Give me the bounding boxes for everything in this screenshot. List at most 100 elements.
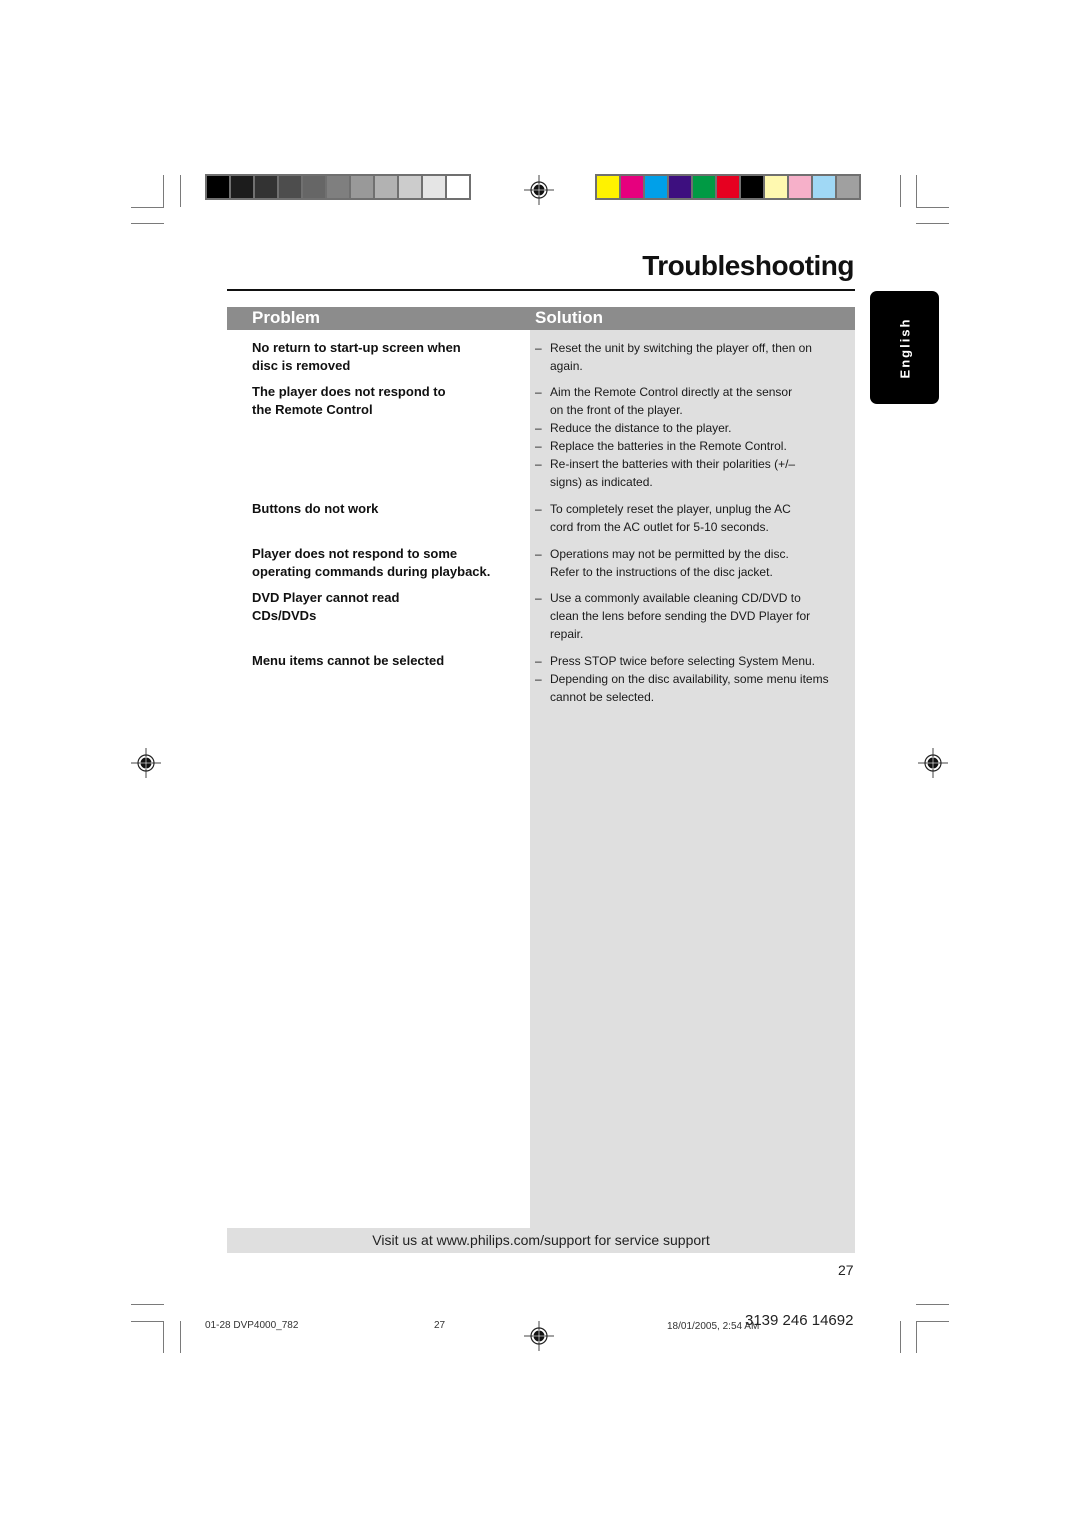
problem-text: Player does not respond to some operating…	[252, 545, 522, 581]
crop-mark	[131, 1321, 164, 1322]
dash-bullet: –	[535, 654, 542, 668]
solution-item: – Operations may not be permitted by the …	[535, 545, 853, 563]
solution-item: cannot be selected.	[535, 688, 853, 706]
color-swatch	[621, 176, 643, 198]
solution-item: – Press STOP twice before selecting Syste…	[535, 652, 853, 670]
dash-bullet	[535, 401, 550, 419]
grey-swatch	[207, 176, 229, 198]
registration-mark-icon	[918, 748, 948, 778]
crop-mark	[180, 175, 181, 207]
crop-mark	[916, 1321, 949, 1322]
solution-text: Operations may not be permitted by the d…	[550, 547, 789, 561]
problem-header: Problem	[252, 308, 321, 327]
dash-bullet: –	[535, 385, 542, 399]
problem-line: the Remote Control	[252, 402, 373, 417]
solution-item: – Reduce the distance to the player.	[535, 419, 853, 437]
dash-bullet: –	[535, 421, 542, 435]
color-swatch	[693, 176, 715, 198]
crop-mark	[916, 175, 917, 207]
dash-bullet	[535, 607, 550, 625]
problem-line: CDs/DVDs	[252, 608, 317, 623]
solution-text: Replace the batteries in the Remote Cont…	[550, 439, 787, 453]
grey-calibration-bar	[205, 174, 471, 200]
color-swatch	[789, 176, 811, 198]
solution-text: again.	[550, 359, 583, 373]
problem-line: The player does not respond to	[252, 384, 446, 399]
solution-text: clean the lens before sending the DVD Pl…	[550, 609, 811, 623]
dash-bullet	[535, 563, 550, 581]
problem-line: disc is removed	[252, 358, 351, 373]
dash-bullet: –	[535, 502, 542, 516]
page-number: 27	[838, 1262, 854, 1278]
solution-text: Aim the Remote Control directly at the s…	[550, 385, 793, 399]
solution-text: Refer to the instructions of the disc ja…	[550, 565, 773, 579]
solution-text: Depending on the disc availability, some…	[550, 672, 829, 686]
color-swatch	[837, 176, 859, 198]
crop-mark	[131, 1304, 164, 1305]
crop-mark	[131, 223, 164, 224]
color-swatch	[717, 176, 739, 198]
dash-bullet	[535, 518, 550, 536]
solution-item: – Aim the Remote Control directly at the …	[535, 383, 853, 401]
color-calibration-bar	[595, 174, 861, 200]
problem-line: No return to start-up screen when	[252, 340, 461, 355]
crop-mark	[916, 1321, 917, 1353]
crop-mark	[916, 207, 949, 208]
crop-mark	[163, 175, 164, 207]
problem-text: The player does not respond to the Remote…	[252, 383, 522, 419]
problem-line: Buttons do not work	[252, 501, 379, 516]
document-code: 3139 246 14692	[745, 1312, 854, 1329]
grey-swatch	[327, 176, 349, 198]
solution-item: cord from the AC outlet for 5-10 seconds…	[535, 518, 853, 536]
dash-bullet	[535, 357, 550, 375]
solution-text: cord from the AC outlet for 5-10 seconds…	[550, 520, 769, 534]
registration-mark-icon	[131, 748, 161, 778]
solution-list: – Aim the Remote Control directly at the …	[535, 383, 853, 491]
problem-text: DVD Player cannot read CDs/DVDs	[252, 589, 522, 625]
dash-bullet: –	[535, 457, 542, 471]
dash-bullet: –	[535, 591, 542, 605]
crop-mark	[916, 223, 949, 224]
grey-swatch	[303, 176, 325, 198]
color-swatch	[597, 176, 619, 198]
solution-list: – Press STOP twice before selecting Syste…	[535, 652, 853, 706]
problem-line: Player does not respond to some	[252, 546, 458, 561]
title-divider	[227, 289, 855, 291]
solution-list: – Use a commonly available cleaning CD/DV…	[535, 589, 853, 643]
color-swatch	[813, 176, 835, 198]
solution-item: repair.	[535, 625, 853, 643]
solution-list: – Operations may not be permitted by the …	[535, 545, 853, 581]
grey-swatch	[279, 176, 301, 198]
solution-item: clean the lens before sending the DVD Pl…	[535, 607, 853, 625]
color-swatch	[741, 176, 763, 198]
solution-text: Press STOP twice before selecting System…	[550, 654, 816, 668]
dash-bullet: –	[535, 439, 542, 453]
registration-mark-icon	[524, 175, 554, 205]
problem-text: Buttons do not work	[252, 500, 522, 518]
table-header: Problem Solution	[227, 307, 855, 330]
solution-item: – Replace the batteries in the Remote Con…	[535, 437, 853, 455]
crop-mark	[163, 1321, 164, 1353]
grey-swatch	[399, 176, 421, 198]
crop-mark	[900, 175, 901, 207]
crop-mark	[180, 1321, 181, 1353]
solution-text: Reduce the distance to the player.	[550, 421, 732, 435]
problem-line: Menu items cannot be selected	[252, 653, 445, 668]
solution-list: – Reset the unit by switching the player …	[535, 339, 853, 375]
solution-item: – Use a commonly available cleaning CD/DV…	[535, 589, 853, 607]
color-swatch	[765, 176, 787, 198]
solution-text: signs) as indicated.	[550, 475, 653, 489]
page-title: Troubleshooting	[642, 250, 854, 281]
solution-item: Refer to the instructions of the disc ja…	[535, 563, 853, 581]
slug-page: 27	[434, 1320, 446, 1331]
dash-bullet: –	[535, 547, 542, 561]
dash-bullet	[535, 688, 550, 706]
crop-mark	[131, 207, 164, 208]
problem-text: No return to start-up screen when disc is…	[252, 339, 522, 375]
slug-filename: 01-28 DVP4000_782	[205, 1320, 299, 1331]
solution-list: – To completely reset the player, unplug …	[535, 500, 853, 536]
language-label: English	[897, 317, 912, 378]
solution-text: repair.	[550, 627, 584, 641]
solution-text: To completely reset the player, unplug t…	[550, 502, 791, 516]
solution-header: Solution	[535, 308, 603, 327]
